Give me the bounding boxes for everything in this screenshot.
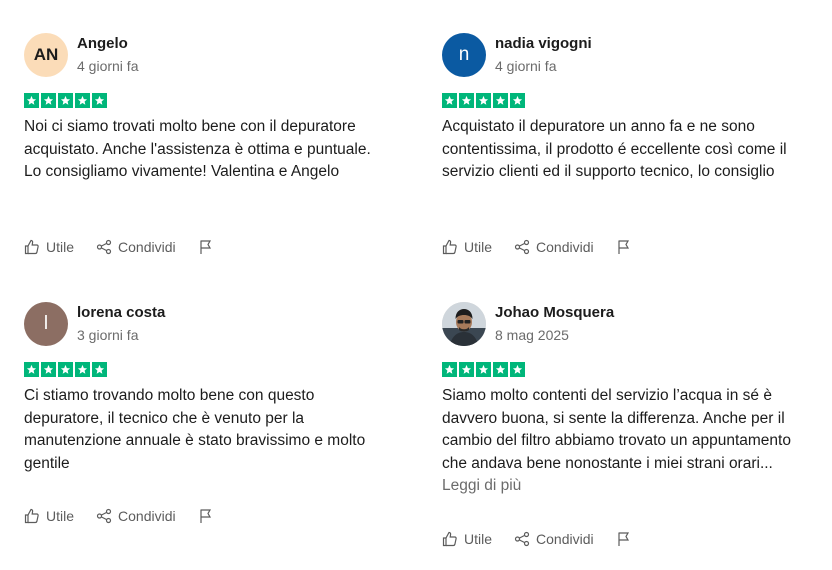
- useful-label: Utile: [464, 239, 493, 255]
- share-icon: [514, 531, 530, 547]
- review-text: Noi ci siamo trovati molto bene con il d…: [24, 116, 384, 184]
- useful-label: Utile: [46, 508, 75, 524]
- review-date: 8 mag 2025: [495, 327, 569, 343]
- share-button[interactable]: Condividi: [514, 531, 594, 547]
- star-icon: [75, 362, 90, 377]
- reviewer-name[interactable]: lorena costa: [77, 304, 165, 321]
- star-icon: [24, 362, 39, 377]
- star-rating: [24, 93, 107, 108]
- share-label: Condividi: [536, 531, 594, 547]
- useful-button[interactable]: Utile: [24, 508, 74, 524]
- share-button[interactable]: Condividi: [514, 239, 594, 255]
- read-more-link[interactable]: Leggi di più: [442, 477, 521, 494]
- review-header: Johao Mosquera 8 mag 2025: [442, 302, 812, 346]
- star-icon: [493, 362, 508, 377]
- share-icon: [96, 508, 112, 524]
- share-label: Condividi: [536, 239, 594, 255]
- star-icon: [476, 362, 491, 377]
- avatar[interactable]: AN: [24, 33, 68, 77]
- star-icon: [58, 362, 73, 377]
- thumbs-up-icon: [442, 531, 457, 547]
- review-body: Noi ci siamo trovati molto bene con il d…: [24, 118, 371, 180]
- star-icon: [476, 93, 491, 108]
- star-icon: [510, 93, 525, 108]
- thumbs-up-icon: [24, 239, 39, 255]
- share-icon: [96, 239, 112, 255]
- reviewer-name[interactable]: Johao Mosquera: [495, 304, 614, 321]
- avatar[interactable]: l: [24, 302, 68, 346]
- review-body: Acquistato il depuratore un anno fa e ne…: [442, 118, 787, 180]
- report-button[interactable]: [198, 239, 214, 255]
- thumbs-up-icon: [24, 508, 39, 524]
- star-icon: [75, 93, 90, 108]
- flag-icon: [618, 532, 629, 546]
- review-body: Ci stiamo trovando molto bene con questo…: [24, 387, 366, 472]
- avatar[interactable]: n: [442, 33, 486, 77]
- review-actions: Utile Condividi: [442, 237, 654, 257]
- useful-button[interactable]: Utile: [24, 239, 74, 255]
- review-text: Siamo molto contenti del servizio l’acqu…: [442, 385, 802, 498]
- star-rating: [442, 93, 525, 108]
- review-text: Acquistato il depuratore un anno fa e ne…: [442, 116, 802, 184]
- star-icon: [459, 362, 474, 377]
- share-button[interactable]: Condividi: [96, 239, 176, 255]
- share-button[interactable]: Condividi: [96, 508, 176, 524]
- star-icon: [493, 93, 508, 108]
- star-icon: [41, 93, 56, 108]
- thumbs-up-icon: [442, 239, 457, 255]
- report-button[interactable]: [616, 531, 632, 547]
- share-icon: [514, 239, 530, 255]
- useful-label: Utile: [464, 531, 493, 547]
- star-icon: [92, 93, 107, 108]
- reviewer-name[interactable]: nadia vigogni: [495, 35, 592, 52]
- reviewer-name[interactable]: Angelo: [77, 35, 128, 52]
- star-rating: [442, 362, 525, 377]
- review-date: 4 giorni fa: [77, 58, 139, 74]
- star-icon: [442, 362, 457, 377]
- report-button[interactable]: [616, 239, 632, 255]
- report-button[interactable]: [198, 508, 214, 524]
- share-label: Condividi: [118, 508, 176, 524]
- review-text: Ci stiamo trovando molto bene con questo…: [24, 385, 384, 475]
- star-rating: [24, 362, 107, 377]
- share-label: Condividi: [118, 239, 176, 255]
- star-icon: [459, 93, 474, 108]
- review-actions: Utile Condividi: [442, 529, 654, 549]
- useful-button[interactable]: Utile: [442, 239, 492, 255]
- star-icon: [510, 362, 525, 377]
- useful-button[interactable]: Utile: [442, 531, 492, 547]
- review-header: n nadia vigogni 4 giorni fa: [442, 33, 812, 77]
- review-header: l lorena costa 3 giorni fa: [24, 302, 394, 346]
- review-actions: Utile Condividi: [24, 506, 236, 526]
- star-icon: [24, 93, 39, 108]
- review-date: 3 giorni fa: [77, 327, 139, 343]
- flag-icon: [200, 509, 211, 523]
- star-icon: [92, 362, 107, 377]
- review-date: 4 giorni fa: [495, 58, 557, 74]
- review-actions: Utile Condividi: [24, 237, 236, 257]
- star-icon: [41, 362, 56, 377]
- avatar-photo[interactable]: [442, 302, 486, 346]
- star-icon: [442, 93, 457, 108]
- review-body: Siamo molto contenti del servizio l’acqu…: [442, 387, 791, 472]
- star-icon: [58, 93, 73, 108]
- user-photo-icon: [442, 302, 486, 346]
- useful-label: Utile: [46, 239, 75, 255]
- flag-icon: [200, 240, 211, 254]
- flag-icon: [618, 240, 629, 254]
- review-header: AN Angelo 4 giorni fa: [24, 33, 394, 77]
